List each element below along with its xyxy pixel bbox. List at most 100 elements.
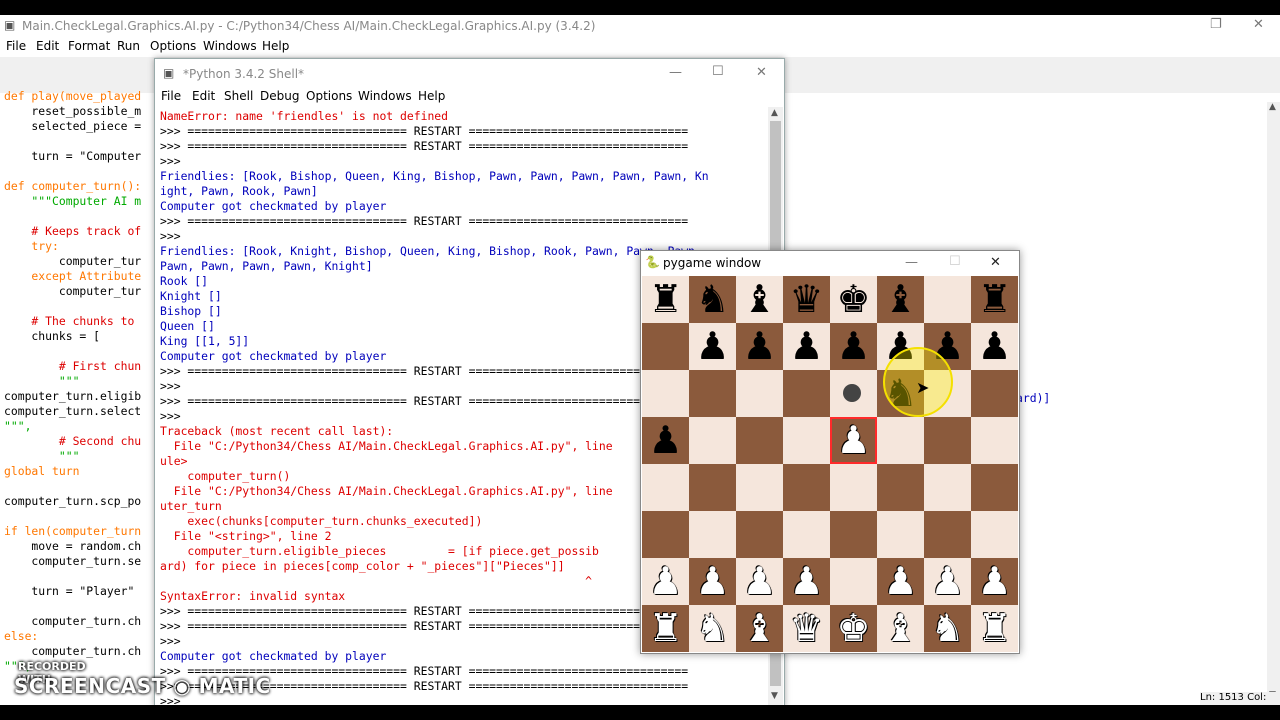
board-square[interactable] bbox=[689, 511, 736, 558]
menu-format[interactable]: Format bbox=[68, 39, 110, 53]
menu-help[interactable]: Help bbox=[262, 39, 289, 53]
black-knight-icon[interactable]: ♞ bbox=[695, 276, 729, 323]
board-square[interactable]: ♛ bbox=[783, 276, 830, 323]
board-square[interactable]: ♟ bbox=[783, 323, 830, 370]
board-square[interactable] bbox=[924, 276, 971, 323]
menu-run[interactable]: Run bbox=[117, 39, 140, 53]
board-square[interactable] bbox=[877, 464, 924, 511]
white-pawn-icon[interactable]: ♟ bbox=[977, 558, 1011, 605]
board-square[interactable]: ♚ bbox=[830, 605, 877, 652]
board-square[interactable]: ♟ bbox=[642, 558, 689, 605]
board-square[interactable]: ♟ bbox=[736, 558, 783, 605]
board-square[interactable]: ♝ bbox=[877, 605, 924, 652]
menu-options[interactable]: Options bbox=[150, 39, 196, 53]
shell-menu-debug[interactable]: Debug bbox=[260, 89, 299, 103]
board-square[interactable]: ♜ bbox=[642, 276, 689, 323]
black-pawn-icon[interactable]: ♟ bbox=[742, 323, 776, 370]
white-rook-icon[interactable]: ♜ bbox=[648, 605, 682, 652]
black-pawn-icon[interactable]: ♟ bbox=[648, 417, 682, 464]
board-square[interactable] bbox=[783, 464, 830, 511]
board-square[interactable]: ♟ bbox=[642, 417, 689, 464]
board-square[interactable] bbox=[783, 511, 830, 558]
board-square[interactable] bbox=[736, 511, 783, 558]
white-knight-icon[interactable]: ♞ bbox=[930, 605, 964, 652]
board-square[interactable] bbox=[642, 511, 689, 558]
maximize-icon[interactable]: ☐ bbox=[712, 64, 724, 79]
white-bishop-icon[interactable]: ♝ bbox=[883, 605, 917, 652]
black-pawn-icon[interactable]: ♟ bbox=[977, 323, 1011, 370]
black-pawn-icon[interactable]: ♟ bbox=[789, 323, 823, 370]
board-square[interactable] bbox=[971, 370, 1018, 417]
board-square[interactable] bbox=[877, 511, 924, 558]
board-square[interactable]: ♛ bbox=[783, 605, 830, 652]
shell-menu-file[interactable]: File bbox=[161, 89, 181, 103]
board-square[interactable] bbox=[830, 464, 877, 511]
board-square[interactable] bbox=[736, 417, 783, 464]
board-square[interactable] bbox=[830, 511, 877, 558]
board-square[interactable]: ♟ bbox=[971, 558, 1018, 605]
board-square[interactable] bbox=[971, 464, 1018, 511]
minimize-icon[interactable]: — bbox=[905, 255, 918, 270]
board-square[interactable]: ♞ bbox=[924, 605, 971, 652]
shell-menu-shell[interactable]: Shell bbox=[224, 89, 253, 103]
shell-menu-windows[interactable]: Windows bbox=[358, 89, 412, 103]
black-rook-icon[interactable]: ♜ bbox=[648, 276, 682, 323]
board-square[interactable] bbox=[736, 464, 783, 511]
move-target-dot[interactable] bbox=[843, 384, 861, 402]
menu-windows[interactable]: Windows bbox=[203, 39, 257, 53]
board-square[interactable] bbox=[689, 464, 736, 511]
white-pawn-icon[interactable]: ♟ bbox=[883, 558, 917, 605]
board-square[interactable]: ♚ bbox=[830, 276, 877, 323]
scroll-down-icon[interactable]: ▼ bbox=[771, 691, 778, 701]
board-square[interactable] bbox=[783, 417, 830, 464]
board-square[interactable] bbox=[642, 464, 689, 511]
board-square[interactable] bbox=[783, 370, 830, 417]
board-square[interactable]: ♟ bbox=[830, 417, 877, 464]
board-square[interactable]: ♟ bbox=[736, 323, 783, 370]
black-king-icon[interactable]: ♚ bbox=[836, 276, 870, 323]
board-square[interactable]: ♝ bbox=[877, 276, 924, 323]
black-queen-icon[interactable]: ♛ bbox=[789, 276, 823, 323]
close-icon[interactable]: ✕ bbox=[990, 255, 1001, 270]
board-square[interactable]: ♞ bbox=[689, 276, 736, 323]
white-pawn-icon[interactable]: ♟ bbox=[836, 417, 870, 464]
board-square[interactable] bbox=[971, 511, 1018, 558]
menu-edit[interactable]: Edit bbox=[36, 39, 59, 53]
board-square[interactable]: ♟ bbox=[830, 323, 877, 370]
menu-file[interactable]: File bbox=[6, 39, 26, 53]
white-rook-icon[interactable]: ♜ bbox=[977, 605, 1011, 652]
white-king-icon[interactable]: ♚ bbox=[836, 605, 870, 652]
white-pawn-icon[interactable]: ♟ bbox=[742, 558, 776, 605]
board-square[interactable] bbox=[642, 323, 689, 370]
board-square[interactable]: ♟ bbox=[689, 323, 736, 370]
black-bishop-icon[interactable]: ♝ bbox=[742, 276, 776, 323]
board-square[interactable] bbox=[736, 370, 783, 417]
maximize-icon[interactable]: ☐ bbox=[949, 254, 961, 269]
black-pawn-icon[interactable]: ♟ bbox=[836, 323, 870, 370]
board-square[interactable] bbox=[924, 417, 971, 464]
board-square[interactable] bbox=[924, 511, 971, 558]
board-square[interactable]: ♟ bbox=[689, 558, 736, 605]
board-square[interactable]: ♜ bbox=[971, 605, 1018, 652]
board-square[interactable] bbox=[689, 370, 736, 417]
board-square[interactable]: ♟ bbox=[924, 558, 971, 605]
white-queen-icon[interactable]: ♛ bbox=[789, 605, 823, 652]
board-square[interactable]: ♞ bbox=[689, 605, 736, 652]
white-pawn-icon[interactable]: ♟ bbox=[695, 558, 729, 605]
white-bishop-icon[interactable]: ♝ bbox=[742, 605, 776, 652]
black-pawn-icon[interactable]: ♟ bbox=[695, 323, 729, 370]
board-square[interactable]: ♜ bbox=[642, 605, 689, 652]
white-knight-icon[interactable]: ♞ bbox=[695, 605, 729, 652]
black-rook-icon[interactable]: ♜ bbox=[977, 276, 1011, 323]
restore-icon[interactable]: ❐ bbox=[1210, 17, 1222, 32]
board-square[interactable] bbox=[689, 417, 736, 464]
scroll-up-icon[interactable]: ▲ bbox=[1269, 102, 1276, 112]
board-square[interactable] bbox=[642, 370, 689, 417]
white-pawn-icon[interactable]: ♟ bbox=[789, 558, 823, 605]
board-square[interactable] bbox=[924, 464, 971, 511]
board-square[interactable] bbox=[830, 558, 877, 605]
board-square[interactable]: ♟ bbox=[877, 558, 924, 605]
board-square[interactable] bbox=[877, 417, 924, 464]
shell-menu-edit[interactable]: Edit bbox=[192, 89, 215, 103]
shell-menu-help[interactable]: Help bbox=[418, 89, 445, 103]
